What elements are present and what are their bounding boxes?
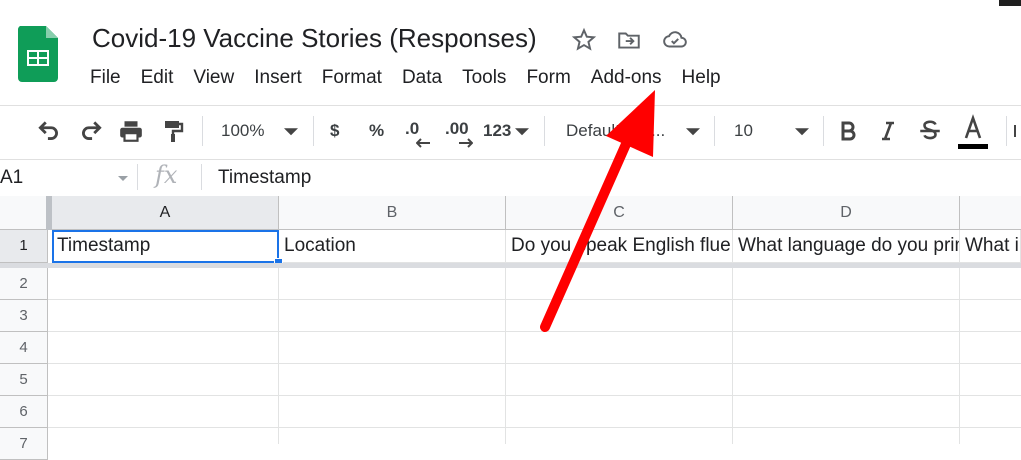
divider xyxy=(201,164,202,190)
row-header-7[interactable]: 7 xyxy=(0,428,48,460)
move-folder-icon[interactable] xyxy=(616,27,642,53)
print-icon[interactable] xyxy=(118,117,144,145)
name-box[interactable]: A1 xyxy=(0,166,23,190)
text-color-icon[interactable] xyxy=(958,114,988,150)
toolbar-divider xyxy=(823,116,824,146)
cell-e1[interactable]: What i xyxy=(960,230,1021,263)
chevron-down-icon[interactable] xyxy=(515,117,529,145)
strikethrough-icon[interactable] xyxy=(917,117,943,145)
row-header-2[interactable]: 2 xyxy=(0,268,48,300)
chevron-down-icon[interactable] xyxy=(686,117,700,145)
percent-format-button[interactable]: % xyxy=(369,117,384,145)
function-icon: fx xyxy=(155,161,178,189)
toolbar-divider xyxy=(202,116,203,146)
sheets-logo-icon[interactable] xyxy=(18,26,58,82)
divider xyxy=(137,164,138,190)
toolbar-divider xyxy=(714,116,715,146)
row-header-4[interactable]: 4 xyxy=(0,332,48,364)
cloud-saved-icon[interactable] xyxy=(662,27,688,53)
menu-view[interactable]: View xyxy=(183,63,244,93)
arrow-left-icon xyxy=(416,138,430,148)
menu-insert[interactable]: Insert xyxy=(244,63,312,93)
star-icon[interactable] xyxy=(571,27,597,53)
annotation-arrow xyxy=(540,90,655,332)
cell-d1[interactable]: What language do you primarily speak? xyxy=(733,230,960,263)
row-header-1[interactable]: 1 xyxy=(0,230,48,263)
row-header-3[interactable]: 3 xyxy=(0,300,48,332)
chevron-down-icon[interactable] xyxy=(284,117,298,145)
select-all-corner[interactable] xyxy=(0,196,48,230)
menu-help[interactable]: Help xyxy=(672,63,731,93)
bold-icon[interactable] xyxy=(836,117,860,145)
zoom-select[interactable]: 100% xyxy=(221,117,264,145)
arrow-right-icon xyxy=(459,138,473,148)
selected-cell-outline xyxy=(52,230,279,263)
column-header-d[interactable]: D xyxy=(733,196,960,230)
menu-file[interactable]: File xyxy=(80,63,131,93)
redo-icon[interactable] xyxy=(78,117,104,145)
more-tools-icon[interactable] xyxy=(1014,125,1021,137)
row-header-5[interactable]: 5 xyxy=(0,364,48,396)
more-formats-button[interactable]: 123 xyxy=(483,117,511,145)
menu-data[interactable]: Data xyxy=(392,63,452,93)
row-header-6[interactable]: 6 xyxy=(0,396,48,428)
cell-b1[interactable]: Location xyxy=(279,230,506,263)
currency-format-button[interactable]: $ xyxy=(330,117,339,145)
toolbar-divider xyxy=(313,116,314,146)
font-size-select[interactable]: 10 xyxy=(734,117,753,145)
chevron-down-icon[interactable] xyxy=(117,173,129,183)
window-corner xyxy=(999,0,1021,6)
toolbar-divider xyxy=(1006,116,1007,146)
document-title[interactable]: Covid-19 Vaccine Stories (Responses) xyxy=(92,20,537,56)
paint-format-icon[interactable] xyxy=(161,117,185,145)
column-header-b[interactable]: B xyxy=(279,196,506,230)
menu-edit[interactable]: Edit xyxy=(131,63,184,93)
column-header-a[interactable]: A xyxy=(52,196,279,230)
chevron-down-icon[interactable] xyxy=(795,117,809,145)
undo-icon[interactable] xyxy=(36,117,62,145)
menu-tools[interactable]: Tools xyxy=(452,63,516,93)
formula-bar xyxy=(0,159,1021,197)
italic-icon[interactable] xyxy=(876,117,900,145)
formula-input[interactable]: Timestamp xyxy=(218,166,311,190)
column-header-e[interactable] xyxy=(960,196,1021,230)
menu-format[interactable]: Format xyxy=(312,63,392,93)
window-top xyxy=(0,0,1021,4)
